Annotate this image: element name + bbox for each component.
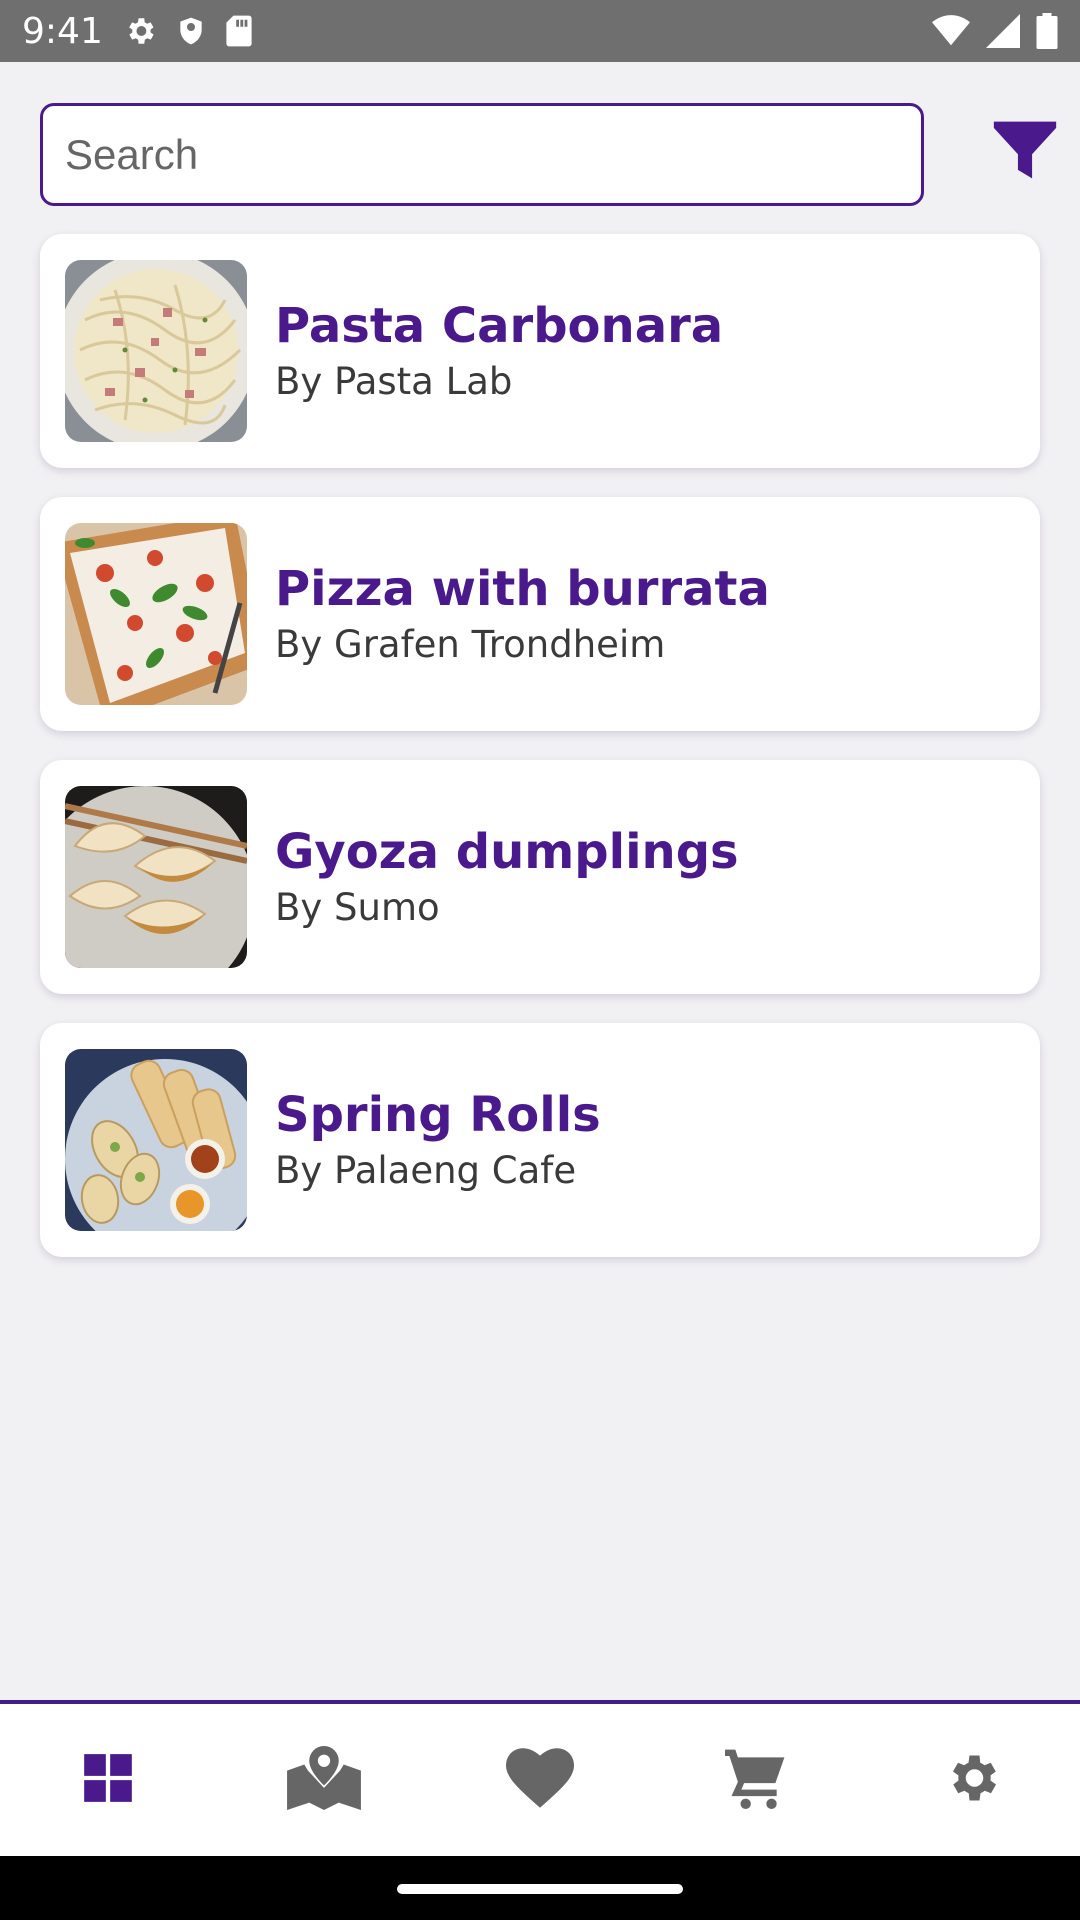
nav-item-settings[interactable] bbox=[912, 1720, 1032, 1840]
card-text: Gyoza dumplings By Sumo bbox=[275, 821, 739, 933]
status-left-icons bbox=[123, 14, 253, 48]
card-subtitle: By Pasta Lab bbox=[275, 360, 513, 403]
status-bar: 9:41 bbox=[0, 0, 1080, 62]
search-box[interactable] bbox=[40, 103, 924, 206]
list-item[interactable]: Gyoza dumplings By Sumo bbox=[40, 760, 1040, 994]
map-icon bbox=[286, 1745, 362, 1815]
pasta-carbonara-image bbox=[65, 260, 247, 442]
nav-item-map[interactable] bbox=[264, 1720, 384, 1840]
gesture-bar bbox=[0, 1856, 1080, 1920]
list-item[interactable]: Pasta Carbonara By Pasta Lab bbox=[40, 234, 1040, 468]
sd-card-icon bbox=[225, 14, 253, 48]
gyoza-dumplings-image bbox=[65, 786, 247, 968]
list-item[interactable]: Spring Rolls By Palaeng Cafe bbox=[40, 1023, 1040, 1257]
card-title: Pizza with burrata bbox=[275, 561, 770, 617]
gear-icon bbox=[942, 1748, 1002, 1813]
signal-icon bbox=[986, 14, 1020, 48]
card-text: Spring Rolls By Palaeng Cafe bbox=[275, 1084, 601, 1196]
cart-icon bbox=[724, 1747, 788, 1814]
shield-icon bbox=[175, 14, 207, 48]
search-input[interactable] bbox=[65, 130, 921, 179]
card-subtitle: By Sumo bbox=[275, 886, 440, 929]
restaurant-list: Pasta Carbonara By Pasta Lab Pizza with … bbox=[0, 222, 1080, 1272]
nav-item-favorites[interactable] bbox=[480, 1720, 600, 1840]
nav-item-cart[interactable] bbox=[696, 1720, 816, 1840]
card-subtitle: By Palaeng Cafe bbox=[275, 1149, 577, 1192]
filter-button[interactable] bbox=[985, 112, 1065, 192]
wifi-icon bbox=[932, 15, 970, 47]
card-title: Pasta Carbonara bbox=[275, 298, 724, 354]
dashboard-icon bbox=[82, 1752, 134, 1809]
status-time: 9:41 bbox=[22, 10, 103, 52]
card-title: Spring Rolls bbox=[275, 1087, 601, 1143]
home-gesture-handle[interactable] bbox=[397, 1884, 683, 1894]
bottom-nav bbox=[0, 1700, 1080, 1856]
card-subtitle: By Grafen Trondheim bbox=[275, 623, 666, 666]
filter-icon bbox=[991, 116, 1059, 189]
heart-icon bbox=[506, 1747, 574, 1813]
card-text: Pizza with burrata By Grafen Trondheim bbox=[275, 558, 770, 670]
pizza-burrata-image bbox=[65, 523, 247, 705]
nav-item-dashboard[interactable] bbox=[48, 1720, 168, 1840]
battery-icon bbox=[1036, 13, 1058, 49]
spring-rolls-image bbox=[65, 1049, 247, 1231]
status-right-icons bbox=[932, 13, 1058, 49]
gear-icon bbox=[123, 14, 157, 48]
card-text: Pasta Carbonara By Pasta Lab bbox=[275, 295, 723, 407]
card-title: Gyoza dumplings bbox=[275, 824, 739, 880]
list-item[interactable]: Pizza with burrata By Grafen Trondheim bbox=[40, 497, 1040, 731]
